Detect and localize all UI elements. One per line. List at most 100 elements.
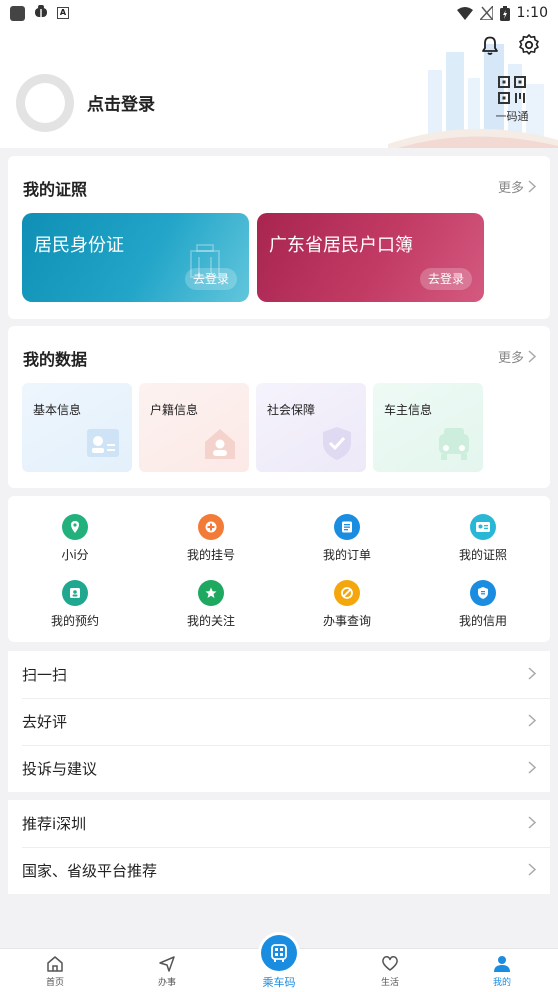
menu-label: 投诉与建议 — [22, 760, 98, 778]
shortcut-label: 我的挂号 — [186, 548, 235, 562]
qr-code-button[interactable]: 一码通 — [490, 76, 534, 124]
menu-feedback[interactable]: 投诉与建议 — [8, 745, 550, 792]
chevron-right-icon — [528, 667, 536, 680]
menu-platform-recommend[interactable]: 国家、省级平台推荐 — [8, 847, 550, 894]
shortcut-label: 小i分 — [61, 548, 89, 562]
heart-icon — [382, 956, 398, 971]
menu-label: 去好评 — [22, 713, 68, 731]
vehicle-owner-tile[interactable]: 车主信息 — [373, 383, 483, 472]
qr-code-icon — [498, 76, 526, 104]
my-data-more-link[interactable]: 更多 — [498, 347, 536, 366]
household-register-title: 广东省居民户口簿 — [269, 235, 413, 256]
chevron-right-icon — [528, 761, 536, 774]
menu-group-2: 推荐i深圳 国家、省级平台推荐 — [8, 800, 550, 894]
login-prompt[interactable]: 点击登录 — [87, 90, 155, 115]
menu-label: 扫一扫 — [22, 666, 68, 684]
chevron-right-icon — [528, 863, 536, 876]
id-card-tile[interactable]: 居民身份证 去登录 — [22, 213, 249, 302]
household-register-tile[interactable]: 广东省居民户口簿 去登录 — [257, 213, 484, 302]
my-data-card: 我的数据 更多 基本信息 户籍信息 社会保障 车主信息 — [8, 326, 550, 488]
tab-label: 办事 — [157, 978, 176, 988]
id-card-login-button[interactable]: 去登录 — [184, 268, 237, 290]
bell-icon[interactable] — [477, 32, 503, 58]
tab-label: 生活 — [380, 978, 399, 988]
avatar[interactable] — [16, 74, 74, 132]
profile-card-icon — [87, 429, 119, 457]
shortcut-my-appointments[interactable]: 我的预约 — [25, 580, 125, 629]
household-info-tile[interactable]: 户籍信息 — [139, 383, 249, 472]
chevron-right-icon — [528, 350, 536, 363]
search-icon — [334, 580, 360, 606]
star-icon — [198, 580, 224, 606]
household-register-login-button[interactable]: 去登录 — [419, 268, 472, 290]
vehicle-owner-label: 车主信息 — [384, 403, 433, 417]
navigation-arrow-icon — [159, 956, 175, 972]
tab-life[interactable]: 生活 — [360, 955, 420, 988]
tab-affairs[interactable]: 办事 — [137, 955, 197, 988]
wifi-icon — [456, 6, 473, 20]
tab-home[interactable]: 首页 — [25, 955, 85, 988]
shortcut-affairs-query[interactable]: 办事查询 — [297, 580, 397, 629]
status-time: 1:10 — [516, 5, 548, 21]
credit-shield-icon — [470, 580, 496, 606]
debug-bug-icon — [33, 4, 49, 23]
a-badge-icon: A — [57, 7, 69, 19]
bottom-tab-bar: 首页 办事 乘车码 生活 我的 — [0, 935, 558, 992]
battery-icon — [499, 5, 510, 21]
shield-check-icon — [323, 427, 351, 460]
shortcut-label: 我的预约 — [50, 614, 99, 628]
menu-rate-app[interactable]: 去好评 — [8, 698, 550, 745]
certificates-more-link[interactable]: 更多 — [498, 177, 536, 196]
social-security-label: 社会保障 — [267, 403, 316, 417]
shortcut-label: 我的信用 — [458, 614, 507, 628]
shortcut-label: 我的订单 — [322, 548, 371, 562]
shortcut-my-registration[interactable]: 我的挂号 — [161, 514, 261, 563]
basic-info-tile[interactable]: 基本信息 — [22, 383, 132, 472]
tab-bus-code[interactable]: 乘车码 — [255, 935, 303, 990]
shortcut-label: 我的证照 — [458, 548, 507, 562]
shortcut-my-orders[interactable]: 我的订单 — [297, 514, 397, 563]
more-label: 更多 — [497, 351, 524, 366]
chevron-right-icon — [528, 180, 536, 193]
tab-mine[interactable]: 我的 — [472, 955, 532, 988]
id-card-icon — [470, 514, 496, 540]
shortcut-label: 办事查询 — [322, 614, 371, 628]
chevron-right-icon — [528, 714, 536, 727]
chevron-right-icon — [528, 816, 536, 829]
more-label: 更多 — [497, 181, 524, 196]
settings-gear-icon[interactable] — [516, 32, 542, 58]
person-icon — [494, 956, 510, 972]
profile-header: 点击登录 一码通 — [0, 26, 558, 148]
certificates-card: 我的证照 更多 居民身份证 去登录 广东省居民户口簿 去登录 — [8, 156, 550, 319]
my-data-title: 我的数据 — [23, 350, 88, 369]
medical-cross-icon — [198, 514, 224, 540]
shortcut-xiaoi-score[interactable]: 小i分 — [25, 514, 125, 563]
menu-scan[interactable]: 扫一扫 — [8, 651, 550, 698]
basic-info-label: 基本信息 — [33, 403, 82, 417]
social-security-tile[interactable]: 社会保障 — [256, 383, 366, 472]
tab-label: 首页 — [45, 978, 64, 988]
shortcut-my-certificates[interactable]: 我的证照 — [433, 514, 533, 563]
menu-label: 推荐i深圳 — [22, 815, 87, 833]
menu-group-1: 扫一扫 去好评 投诉与建议 — [8, 651, 550, 792]
bus-qr-icon — [261, 935, 297, 971]
shortcut-my-credit[interactable]: 我的信用 — [433, 580, 533, 629]
shortcut-label: 我的关注 — [186, 614, 235, 628]
shortcut-my-follows[interactable]: 我的关注 — [161, 580, 261, 629]
household-info-label: 户籍信息 — [150, 403, 199, 417]
id-card-title: 居民身份证 — [34, 235, 124, 256]
house-icon — [205, 429, 235, 459]
certificates-title: 我的证照 — [23, 180, 88, 199]
home-icon — [47, 956, 63, 972]
tab-label: 我的 — [492, 978, 511, 988]
location-pin-icon — [62, 514, 88, 540]
order-list-icon — [334, 514, 360, 540]
qr-code-label: 一码通 — [495, 110, 529, 123]
shortcuts-card: 小i分 我的挂号 我的订单 我的证照 我的预约 我的关注 办事查询 我的信用 — [8, 496, 550, 642]
appointment-icon — [62, 580, 88, 606]
tab-label: 乘车码 — [262, 976, 296, 989]
status-bar: A 1:10 — [0, 0, 558, 26]
menu-label: 国家、省级平台推荐 — [22, 862, 158, 880]
menu-recommend-ishenzhen[interactable]: 推荐i深圳 — [8, 800, 550, 847]
notification-square-icon — [10, 5, 25, 21]
